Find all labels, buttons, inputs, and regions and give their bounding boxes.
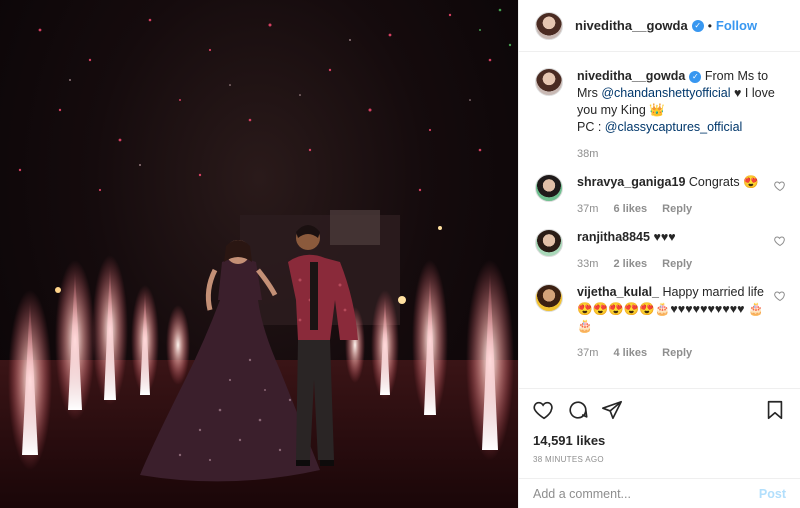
caption-meta: 38m [577, 148, 786, 160]
post-comment-button[interactable]: Post [759, 487, 786, 501]
comment-text: shravya_ganiga19 Congrats 😍 [577, 174, 774, 191]
comment-text: ranjitha8845 ♥♥♥ [577, 229, 774, 246]
commenter-username[interactable]: shravya_ganiga19 [577, 175, 685, 189]
comment-input[interactable] [533, 486, 759, 501]
like-comment-heart-icon[interactable] [774, 290, 786, 302]
commenter-avatar[interactable] [535, 284, 563, 312]
comment-time[interactable]: 33m [577, 258, 598, 270]
comment-text: vijetha_kulal_ Happy married life 😍😍😍😍😍🎂… [577, 284, 774, 335]
wedding-photo-illustration [0, 8, 518, 508]
comment-meta: 37m 6 likes Reply [577, 203, 774, 215]
caption-mention-photographer[interactable]: @classycaptures_official [605, 120, 743, 134]
comment-meta: 37m 4 likes Reply [577, 347, 774, 359]
comment-time[interactable]: 37m [577, 203, 598, 215]
caption-mention-chandan[interactable]: @chandanshettyofficial [601, 86, 730, 100]
caption-time[interactable]: 38m [577, 148, 598, 160]
like-heart-icon[interactable] [533, 399, 555, 421]
post-actions: 14,591 likes 38 MINUTES AGO [519, 388, 800, 464]
post-time-ago[interactable]: 38 MINUTES AGO [533, 455, 786, 464]
like-comment-heart-icon[interactable] [774, 235, 786, 247]
comment-likes[interactable]: 4 likes [613, 347, 647, 359]
caption-avatar[interactable] [535, 68, 563, 96]
reply-button[interactable]: Reply [662, 347, 692, 359]
commenter-username[interactable]: vijetha_kulal_ [577, 285, 659, 299]
post-photo[interactable] [0, 0, 518, 508]
follow-button[interactable]: Follow [716, 18, 757, 33]
comment-likes[interactable]: 6 likes [613, 203, 647, 215]
separator-dot: • [707, 18, 712, 33]
comment-item: shravya_ganiga19 Congrats 😍 37m 6 likes … [535, 174, 786, 215]
author-username[interactable]: niveditha__gowda [575, 18, 688, 33]
comment-item: vijetha_kulal_ Happy married life 😍😍😍😍😍🎂… [535, 284, 786, 359]
comment-item: ranjitha8845 ♥♥♥ 33m 2 likes Reply [535, 229, 786, 270]
add-comment-bar: Post [519, 478, 800, 508]
comment-content: ♥♥♥ [653, 230, 676, 244]
comment-likes[interactable]: 2 likes [613, 258, 647, 270]
caption-item: niveditha__gowda ✓ From Ms to Mrs @chanda… [535, 68, 786, 160]
comment-time[interactable]: 37m [577, 347, 598, 359]
save-bookmark-icon[interactable] [764, 399, 786, 421]
commenter-username[interactable]: ranjitha8845 [577, 230, 650, 244]
caption-pc: PC : [577, 120, 605, 134]
comments-list[interactable]: niveditha__gowda ✓ From Ms to Mrs @chanda… [519, 52, 800, 387]
instagram-post: niveditha__gowda ✓ • Follow niveditha__g… [0, 0, 800, 508]
likes-count[interactable]: 14,591 likes [533, 433, 786, 448]
reply-button[interactable]: Reply [662, 203, 692, 215]
share-paper-plane-icon[interactable] [601, 399, 623, 421]
comment-meta: 33m 2 likes Reply [577, 258, 774, 270]
author-avatar[interactable] [535, 11, 563, 40]
commenter-avatar[interactable] [535, 229, 563, 257]
action-icons [533, 397, 786, 423]
post-header: niveditha__gowda ✓ • Follow [519, 0, 800, 52]
comment-bubble-icon[interactable] [567, 399, 589, 421]
caption-text: niveditha__gowda ✓ From Ms to Mrs @chanda… [577, 68, 786, 136]
reply-button[interactable]: Reply [662, 258, 692, 270]
caption-username[interactable]: niveditha__gowda [577, 69, 685, 83]
commenter-avatar[interactable] [535, 174, 563, 202]
verified-badge-icon: ✓ [691, 19, 704, 32]
post-side-panel: niveditha__gowda ✓ • Follow niveditha__g… [518, 0, 800, 508]
verified-badge-icon: ✓ [689, 70, 702, 83]
comment-content: Congrats 😍 [688, 175, 759, 189]
like-comment-heart-icon[interactable] [774, 180, 786, 192]
